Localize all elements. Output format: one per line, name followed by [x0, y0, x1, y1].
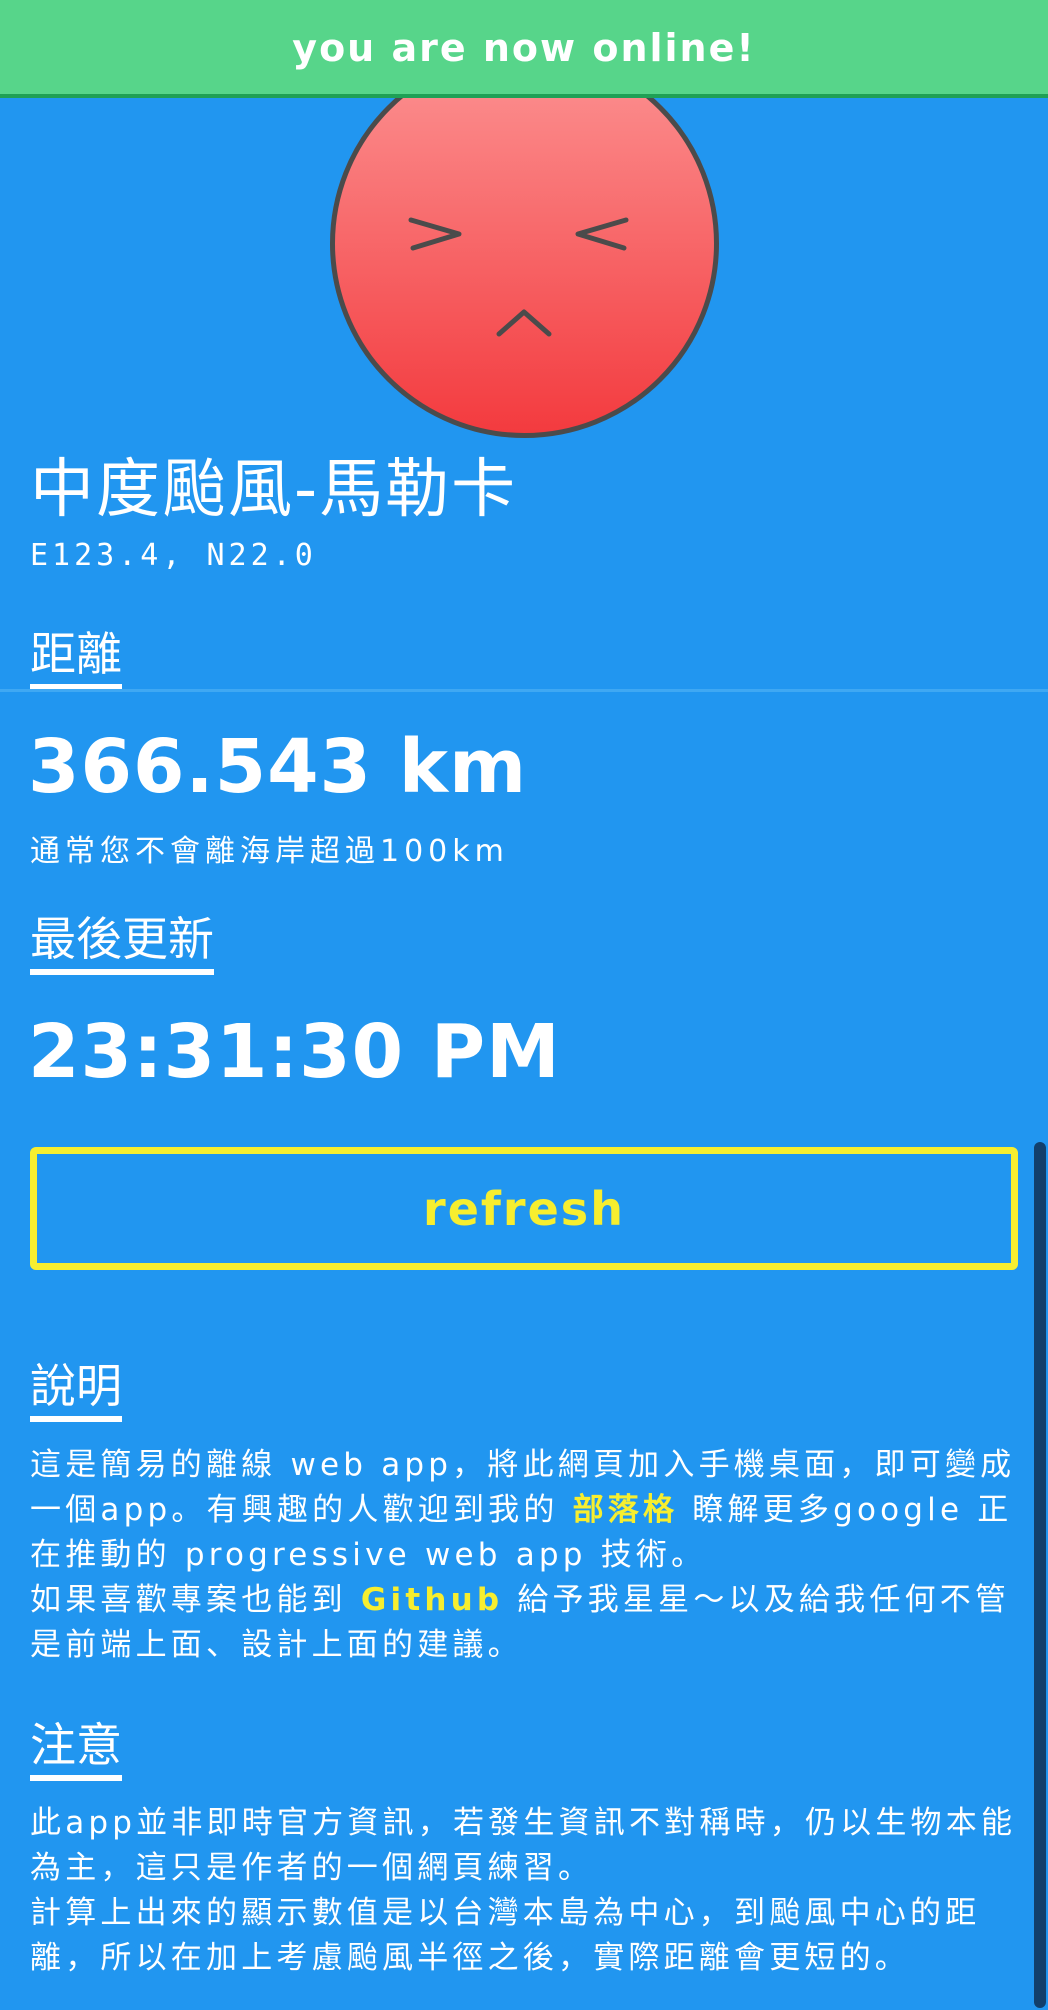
- typhoon-coordinates: E123.4, N22.0: [30, 538, 317, 573]
- last-update-time: 23:31:30 PM: [28, 1009, 561, 1095]
- section-divider: [0, 689, 1048, 692]
- github-link[interactable]: Github: [361, 1582, 503, 1618]
- last-update-heading: 最後更新: [30, 911, 214, 975]
- last-update-heading-label: 最後更新: [30, 912, 214, 966]
- online-status-bar: you are now online!: [0, 0, 1048, 98]
- distance-value: 366.543 km: [28, 724, 528, 810]
- description-paragraph-1: 這是簡易的離線 web app，將此網頁加入手機桌面，即可變成一個app。有興趣…: [30, 1443, 1030, 1578]
- notice-paragraph-1: 此app並非即時官方資訊，若發生資訊不對稱時，仍以生物本能為主，這只是作者的一個…: [30, 1805, 1017, 1886]
- description-heading: 說明: [30, 1358, 122, 1422]
- distance-heading: 距離: [30, 626, 122, 690]
- distance-heading-label: 距離: [30, 627, 122, 681]
- description-p2-text: 如果喜歡專案也能到: [30, 1582, 361, 1618]
- notice-heading-label: 注意: [30, 1718, 122, 1772]
- notice-heading-underline: [30, 1775, 122, 1781]
- description-heading-label: 說明: [30, 1359, 122, 1413]
- refresh-button[interactable]: refresh: [30, 1147, 1018, 1270]
- description-paragraph-2: 如果喜歡專案也能到 Github 給予我星星～以及給我任何不管是前端上面、設計上…: [30, 1578, 1030, 1668]
- description-text: 這是簡易的離線 web app，將此網頁加入手機桌面，即可變成一個app。有興趣…: [30, 1443, 1030, 1668]
- blog-link[interactable]: 部落格: [573, 1492, 679, 1528]
- typhoon-name: 中度颱風-馬勒卡: [30, 453, 518, 527]
- wincing-face-icon: [329, 48, 720, 439]
- description-heading-underline: [30, 1416, 122, 1422]
- online-status-text: you are now online!: [292, 26, 756, 70]
- page-scrollbar[interactable]: [1034, 1142, 1046, 2008]
- notice-text: 此app並非即時官方資訊，若發生資訊不對稱時，仍以生物本能為主，這只是作者的一個…: [30, 1801, 1030, 1981]
- notice-heading: 注意: [30, 1717, 122, 1781]
- distance-note: 通常您不會離海岸超過100km: [30, 834, 509, 869]
- last-update-heading-underline: [30, 969, 214, 975]
- notice-paragraph-2: 計算上出來的顯示數值是以台灣本島為中心，到颱風中心的距離，所以在加上考慮颱風半徑…: [30, 1895, 981, 1976]
